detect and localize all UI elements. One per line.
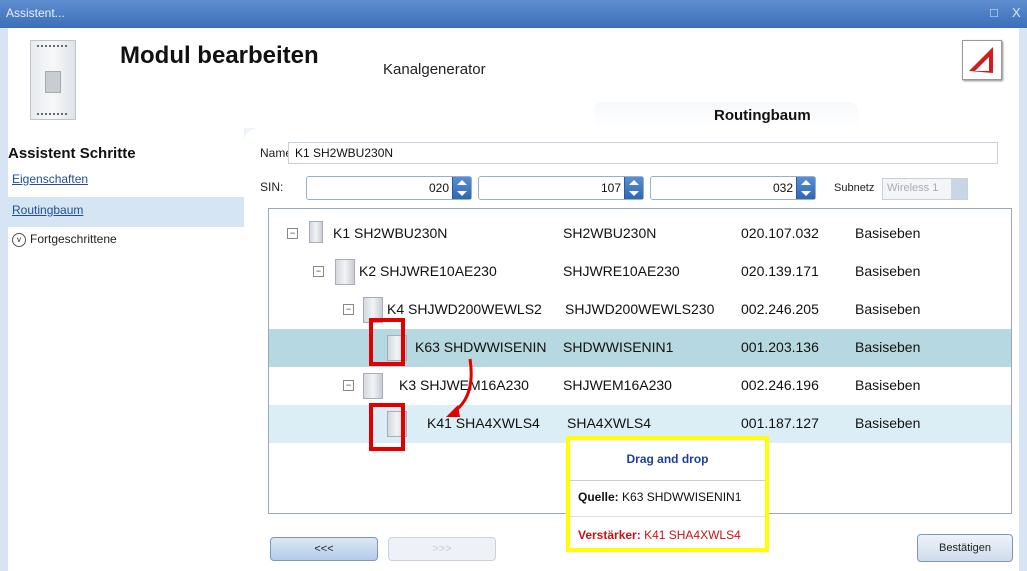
node-type: SHJWD200WEWLS230 [565,301,715,317]
node-sin: 020.139.171 [741,263,819,279]
spinner-icon[interactable] [624,177,643,199]
close-icon[interactable]: X [1012,5,1021,20]
collapse-icon[interactable]: − [287,228,298,239]
node-level: Basiseben [855,225,921,241]
window-title: Assistent... [6,6,65,20]
subnet-value: Wireless 1 [887,182,939,194]
confirm-button[interactable]: Bestätigen [917,534,1013,562]
name-field[interactable]: K1 SH2WBU230N [288,142,998,164]
sidebar-item-label: Routingbaum [12,203,84,217]
node-type: SHDWWISENIN1 [563,339,674,355]
sin-stepper-1[interactable]: 020 [306,176,472,200]
callout-divider [570,516,765,517]
tree-row-k3[interactable]: − K3 SHJWEM16A230 SHJWEM16A230 002.246.1… [269,367,1011,405]
sin-value: 032 [772,181,793,195]
sin-value: 020 [428,181,449,195]
wizard-frame: Modul bearbeiten Kanalgenerator Routingb… [8,28,1019,571]
node-type: SHA4XWLS4 [567,415,652,431]
callout-repeater: Verstärker: K41 SHA4XWLS4 [578,528,741,542]
callout-title: Drag and drop [570,440,765,481]
module-icon [335,259,355,285]
title-bar: Assistent... □ X [0,0,1027,28]
header: Modul bearbeiten Kanalgenerator Routingb… [8,28,1019,128]
node-name: K63 SHDWWISENIN [415,339,547,355]
node-sin: 002.246.196 [741,377,819,393]
back-button[interactable]: <<< [270,537,378,561]
drag-arrow-icon [446,358,473,417]
sin-stepper-3[interactable]: 032 [650,176,816,200]
sidebar: Assistent Schritte Eigenschaften Routing… [8,128,244,571]
tree-row-k1[interactable]: − K1 SH2WBU230N SH2WBU230N 020.107.032 B… [269,215,1011,253]
sin-stepper-2[interactable]: 107 [478,176,644,200]
node-sin: 002.246.205 [741,301,819,317]
sin-label: SIN: [260,180,284,194]
collapse-icon[interactable]: − [343,380,354,391]
sidebar-item-fortgeschrittene[interactable]: v Fortgeschrittene [12,232,117,247]
node-type: SH2WBU230N [563,225,657,241]
sin-value: 107 [600,181,621,195]
drag-source-highlight [369,318,405,366]
maximize-icon[interactable]: □ [990,5,998,20]
tab-label: Routingbaum [714,107,811,124]
node-name: K1 SH2WBU230N [333,225,448,241]
collapse-icon[interactable]: − [313,266,324,277]
node-sin: 001.203.136 [741,339,819,355]
spinner-icon[interactable] [796,177,815,199]
sidebar-item-routingbaum[interactable]: Routingbaum [8,197,244,227]
chevron-down-icon: v [12,232,26,247]
callout-source: Quelle: K63 SHDWWISENIN1 [578,490,741,504]
node-level: Basiseben [855,377,921,393]
node-level: Basiseben [855,301,921,317]
source-label: Quelle: [578,490,619,504]
subnet-label: Subnetz [834,182,875,194]
node-name: K2 SHJWRE10AE230 [359,263,497,279]
node-level: Basiseben [855,415,921,431]
subnet-select[interactable]: Wireless 1 [882,178,968,200]
collapse-icon[interactable]: − [343,304,354,315]
spinner-icon[interactable] [452,177,471,199]
drop-target-highlight [369,403,405,451]
page-subtitle: Kanalgenerator [383,61,486,78]
tab-routingbaum[interactable]: Routingbaum [594,102,858,128]
repeater-label: Verstärker: [578,528,641,542]
drag-drop-callout: Drag and drop Quelle: K63 SHDWWISENIN1 V… [566,436,769,552]
next-button[interactable]: >>> [388,537,496,561]
source-value: K63 SHDWWISENIN1 [622,490,742,504]
page-title: Modul bearbeiten [120,42,319,69]
brand-logo-icon [962,40,1002,80]
module-device-icon [30,40,76,120]
chevron-down-icon[interactable] [951,179,967,199]
module-icon [309,221,323,243]
node-type: SHJWRE10AE230 [563,263,680,279]
sidebar-heading: Assistent Schritte [8,145,136,162]
node-name: K4 SHJWD200WEWLS2 [387,301,542,317]
tree-row-k2[interactable]: − K2 SHJWRE10AE230 SHJWRE10AE230 020.139… [269,253,1011,291]
sidebar-item-eigenschaften[interactable]: Eigenschaften [12,172,88,186]
module-icon [363,373,383,399]
node-sin: 001.187.127 [741,415,819,431]
sidebar-item-label: Fortgeschrittene [30,232,117,246]
repeater-value: K41 SHA4XWLS4 [644,528,741,542]
node-level: Basiseben [855,339,921,355]
node-sin: 020.107.032 [741,225,819,241]
node-type: SHJWEM16A230 [563,377,672,393]
node-level: Basiseben [855,263,921,279]
